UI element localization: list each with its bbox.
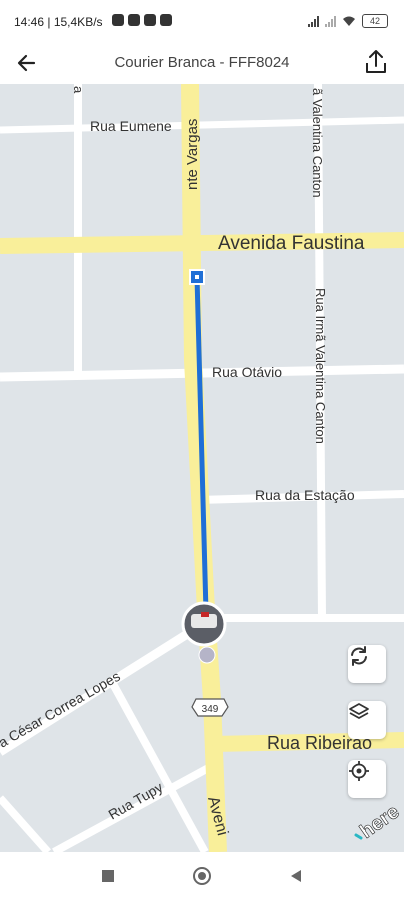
label-otavio: Rua Otávio: [212, 364, 282, 380]
app-icon: [144, 14, 156, 26]
system-nav-bar: [0, 852, 404, 900]
label-eumene: Rua Eumene: [90, 118, 172, 134]
label-faustina: Avenida Faustina: [218, 233, 365, 254]
media-icon: [160, 14, 172, 26]
alarm-icon: [112, 14, 124, 26]
map-canvas: 349 nte Vargas Rua Eumene Avenida Fausti…: [0, 84, 404, 852]
road-diagonal: [108, 680, 209, 852]
triangle-back-icon: [291, 870, 301, 882]
label-vargas: nte Vargas: [184, 119, 201, 190]
recent-apps-button[interactable]: [98, 866, 118, 886]
home-button[interactable]: [192, 866, 212, 886]
share-icon[interactable]: [360, 46, 392, 78]
label-valentina-top: ã Valentina Canton: [310, 88, 325, 198]
label-irma-valentina: Rua Irmã Valentina Canton: [313, 288, 328, 444]
road-eumene: [0, 116, 404, 134]
skype-icon: [128, 14, 140, 26]
circle-icon: [193, 867, 211, 885]
map-view[interactable]: 349 nte Vargas Rua Eumene Avenida Fausti…: [0, 84, 404, 852]
layers-icon: [349, 703, 369, 719]
route-shield-label: 349: [202, 704, 219, 715]
svg-text:here: here: [356, 802, 400, 842]
road-corner: [0, 795, 51, 852]
status-time: 14:46 | 15,4KB/s: [14, 15, 103, 29]
locate-button[interactable]: [348, 760, 386, 798]
route-start-dot: [195, 275, 199, 279]
signal-icon-2: [325, 15, 336, 27]
layers-button[interactable]: [348, 701, 386, 739]
here-logo: here: [354, 802, 400, 842]
wifi-icon: [343, 16, 355, 26]
label-partial-top: a: [71, 86, 86, 94]
refresh-icon: [351, 646, 367, 666]
battery-icon: 42: [362, 14, 388, 28]
signal-icon: [308, 15, 319, 27]
notification-icons: [112, 14, 172, 26]
locate-icon: [349, 761, 369, 781]
square-icon: [102, 870, 114, 882]
system-icons: 42: [308, 14, 388, 28]
page-title: Courier Branca - FFF8024: [114, 54, 290, 71]
label-cesar: a César Correa Lopes: [0, 668, 123, 751]
back-button[interactable]: [286, 866, 306, 886]
app-bar: Courier Branca - FFF8024: [0, 42, 404, 84]
previous-position-marker: [198, 646, 216, 664]
refresh-button[interactable]: [348, 645, 386, 683]
vehicle-roof-icon: [201, 612, 209, 617]
status-bar: 14:46 | 15,4KB/s 42: [0, 0, 404, 42]
label-estacao: Rua da Estação: [255, 487, 355, 503]
